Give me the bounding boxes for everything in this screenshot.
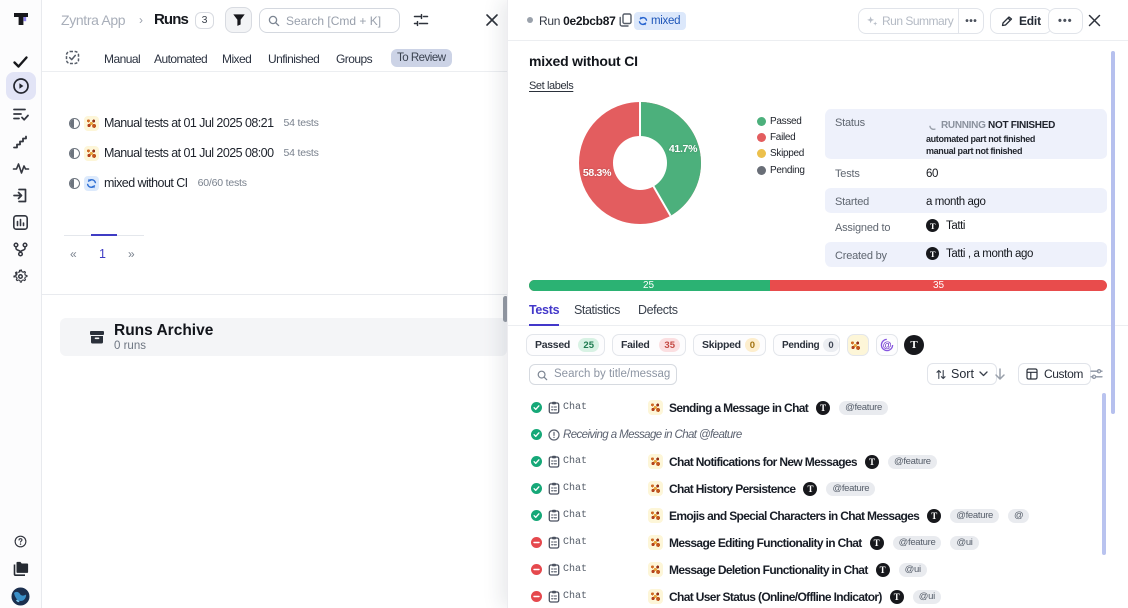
svg-text:41.7%: 41.7%: [669, 143, 698, 155]
svg-text:@: @: [883, 340, 892, 350]
svg-text:58.3%: 58.3%: [583, 167, 612, 179]
